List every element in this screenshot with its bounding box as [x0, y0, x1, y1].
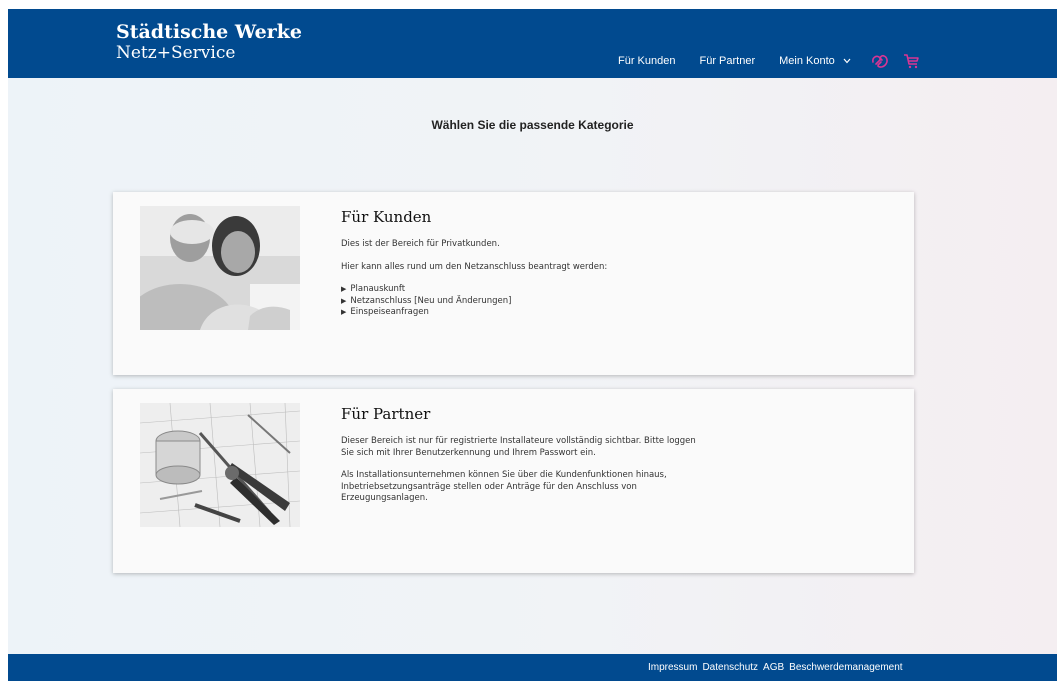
logo-line-1: Städtische Werke	[116, 21, 303, 43]
handshake-icon[interactable]	[871, 53, 889, 69]
card-text: Als Installationsunternehmen können Sie …	[341, 470, 667, 503]
page-heading: Wählen Sie die passende Kategorie	[431, 118, 634, 132]
installation-tools-photo	[140, 403, 300, 527]
footer-link-agb[interactable]: AGB	[763, 662, 784, 673]
footer-link-impressum[interactable]: Impressum	[648, 662, 697, 673]
card-text: Dieser Bereich ist nur für registrierte …	[341, 436, 696, 458]
nav-item-kunden[interactable]: Für Kunden	[618, 55, 675, 67]
chevron-down-icon	[843, 58, 851, 64]
nav-item-partner[interactable]: Für Partner	[699, 55, 755, 67]
card-text: Dies ist der Bereich für Privatkunden.	[341, 239, 500, 249]
card-title: Für Partner	[341, 405, 431, 423]
list-item: Planauskunft	[341, 284, 701, 296]
card-title: Für Kunden	[341, 208, 432, 226]
card-content: Für Kunden Dies ist der Bereich für Priv…	[341, 208, 701, 319]
cart-icon[interactable]	[903, 53, 920, 69]
couple-photo	[140, 206, 300, 330]
card-text: Hier kann alles rund um den Netzanschlus…	[341, 261, 608, 272]
account-menu[interactable]: Mein Konto	[779, 55, 851, 67]
account-menu-label: Mein Konto	[779, 55, 835, 67]
list-item: Einspeiseanfragen	[341, 307, 701, 319]
page-frame: Städtische Werke Netz+Service Für Kunden…	[8, 9, 1057, 681]
service-list: Planauskunft Netzanschluss [Neu und Ände…	[341, 284, 701, 319]
footer-links: Impressum Datenschutz AGB Beschwerdemana…	[648, 662, 908, 673]
logo[interactable]: Städtische Werke Netz+Service	[116, 21, 302, 63]
footer-link-datenschutz[interactable]: Datenschutz	[702, 662, 758, 673]
footer-link-beschwerdemanagement[interactable]: Beschwerdemanagement	[789, 662, 902, 673]
category-card-kunden[interactable]: Für Kunden Dies ist der Bereich für Priv…	[113, 192, 914, 375]
main-nav: Für Kunden Für Partner Mein Konto	[618, 53, 934, 69]
footer: Impressum Datenschutz AGB Beschwerdemana…	[8, 654, 1057, 681]
category-card-partner[interactable]: Für Partner Dieser Bereich ist nur für r…	[113, 389, 914, 573]
list-item: Netzanschluss [Neu und Änderungen]	[341, 296, 701, 308]
logo-line-2: Netz+Service	[116, 43, 236, 63]
header: Städtische Werke Netz+Service Für Kunden…	[8, 9, 1057, 78]
card-content: Für Partner Dieser Bereich ist nur für r…	[341, 405, 701, 505]
